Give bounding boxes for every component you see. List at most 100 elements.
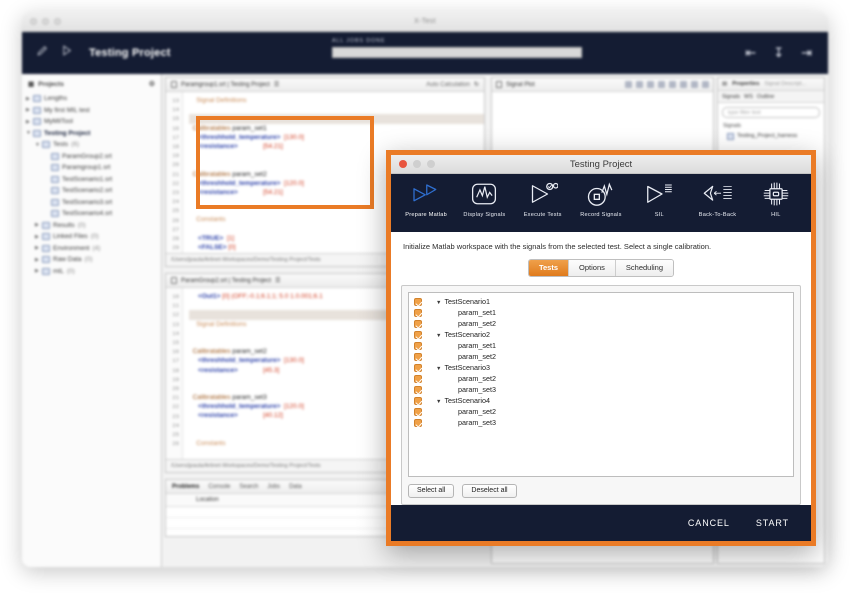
cancel-button[interactable]: CANCEL	[688, 518, 730, 528]
gear-icon[interactable]: ⚙	[149, 80, 155, 88]
auto-calculation-toggle[interactable]: Auto Calculation	[426, 82, 470, 88]
checkbox[interactable]	[414, 385, 422, 394]
checkbox[interactable]	[414, 330, 422, 339]
dialog-ribbon[interactable]: Prepare Matlab Display Signals Execute Tes…	[391, 174, 811, 232]
pencil-icon[interactable]	[36, 44, 49, 62]
tree-node-paramset[interactable]: param_set2	[409, 373, 793, 384]
sidebar-item-testscenario4-srt[interactable]: TestScenario4.srt	[22, 208, 161, 220]
editor2-tab-label[interactable]: ParamGroup2.srt | Testing Project	[181, 278, 271, 284]
chevron-right-icon[interactable]: ▶	[26, 119, 33, 125]
tab-search[interactable]: Search	[239, 484, 258, 490]
ribbon-item-display-signals[interactable]: Display Signals	[455, 178, 513, 232]
editor2-tab-menu-icon[interactable]: ☰	[275, 277, 280, 284]
sidebar-item-testscenario1-srt[interactable]: TestScenario1.srt	[22, 174, 161, 186]
sidebar-item-raw-data[interactable]: ▶ Raw Data (0)	[22, 254, 161, 266]
checkbox[interactable]	[414, 418, 422, 427]
checkbox[interactable]	[414, 396, 422, 405]
sidebar-item-results[interactable]: ▶ Results (0)	[22, 220, 161, 232]
select-all-button[interactable]: Select all	[408, 484, 455, 498]
checkbox[interactable]	[414, 374, 422, 383]
tree-node-scenario[interactable]: ▼ TestScenario1	[409, 296, 793, 307]
list-item[interactable]: Testing_Project_harness	[718, 131, 824, 141]
tree-node-paramset[interactable]: param_set2	[409, 351, 793, 362]
chevron-down-icon[interactable]: ▼	[35, 142, 42, 148]
signal-description-tab[interactable]: Signal Descript...	[764, 81, 806, 87]
chevron-down-icon[interactable]: ▼	[436, 399, 441, 405]
chevron-right-icon[interactable]: ▶	[35, 257, 42, 263]
editor1-tab-label[interactable]: Paramgroup1.srt | Testing Project	[181, 82, 270, 88]
ribbon-item-record-signals[interactable]: Record Signals	[572, 178, 630, 232]
editor1-tab-menu-icon[interactable]: ☰	[274, 81, 279, 88]
sidebar-item-environment[interactable]: ▶ Environment (4)	[22, 243, 161, 255]
plot-tool-icon[interactable]	[669, 81, 676, 88]
play-icon[interactable]	[60, 44, 73, 62]
sidebar-item-testscenario3-srt[interactable]: TestScenario3.srt	[22, 197, 161, 209]
checkbox[interactable]	[414, 352, 422, 361]
sidebar-item-tests[interactable]: ▼ Tests (6)	[22, 139, 161, 151]
start-button[interactable]: START	[756, 518, 789, 528]
tab-problems[interactable]: Problems	[172, 484, 199, 490]
tree-node-paramset[interactable]: param_set1	[409, 340, 793, 351]
panel-bottom-icon[interactable]: ↧	[773, 45, 784, 61]
ribbon-item-hil[interactable]: HIL	[747, 178, 805, 232]
tree-node-paramset[interactable]: param_set2	[409, 406, 793, 417]
ribbon-item-sil[interactable]: SIL	[630, 178, 688, 232]
tree-node-paramset[interactable]: param_set3	[409, 384, 793, 395]
chevron-right-icon[interactable]: ▶	[35, 234, 42, 240]
sidebar-item-testing-project[interactable]: ▼ Testing Project	[22, 128, 161, 140]
ribbon-item-execute-tests[interactable]: Execute Tests	[514, 178, 572, 232]
tab-console[interactable]: Console	[208, 484, 230, 490]
checkbox[interactable]	[414, 341, 422, 350]
checkbox[interactable]	[414, 297, 422, 306]
dialog-tabs[interactable]: Tests Options Scheduling	[527, 259, 675, 277]
plot-tool-icon[interactable]	[625, 81, 632, 88]
sidebar-item-mymiltool[interactable]: ▶ MyMilTool	[22, 116, 161, 128]
plot-tool-icon[interactable]	[647, 81, 654, 88]
sidebar-item-paramgroup1-srt[interactable]: Paramgroup1.srt	[22, 162, 161, 174]
signal-plot-toolbar[interactable]: Signal Plot	[492, 78, 713, 92]
sidebar-item-mtl[interactable]: ▶ mtL (0)	[22, 266, 161, 278]
ribbon-item-back-to-back[interactable]: Back-To-Back	[688, 178, 746, 232]
tree-node-paramset[interactable]: param_set3	[409, 417, 793, 428]
tab-jobs[interactable]: Jobs	[267, 484, 280, 490]
plot-tool-icon[interactable]	[702, 81, 709, 88]
tree-node-scenario[interactable]: ▼ TestScenario2	[409, 329, 793, 340]
ribbon-item-prepare-matlab[interactable]: Prepare Matlab	[397, 178, 455, 232]
chevron-down-icon[interactable]: ▼	[436, 333, 441, 339]
plot-tool-icon[interactable]	[636, 81, 643, 88]
chevron-right-icon[interactable]: ▶	[26, 96, 33, 102]
checkbox[interactable]	[414, 319, 422, 328]
checkbox[interactable]	[414, 363, 422, 372]
chevron-down-icon[interactable]: ▼	[436, 300, 441, 306]
tab-data[interactable]: Data	[289, 484, 302, 490]
tab-outline[interactable]: Outline	[757, 94, 774, 100]
editor1-tabbar[interactable]: Paramgroup1.srt | Testing Project ☰ Auto…	[166, 78, 484, 92]
sidebar-item-paramgroup2-srt[interactable]: ParamGroup2.srt	[22, 151, 161, 163]
chevron-right-icon[interactable]: ▶	[35, 268, 42, 274]
chevron-down-icon[interactable]: ▼	[436, 366, 441, 372]
deselect-all-button[interactable]: Deselect all	[462, 484, 517, 498]
filter-input[interactable]: type filter text	[722, 107, 820, 118]
plot-tool-icon[interactable]	[680, 81, 687, 88]
sidebar-item-my-first-mil-test[interactable]: ▶ My first MIL test	[22, 105, 161, 117]
chevron-right-icon[interactable]: ▶	[35, 245, 42, 251]
tree-node-scenario[interactable]: ▼ TestScenario3	[409, 362, 793, 373]
properties-tabs[interactable]: Signals WS Outline	[718, 91, 824, 103]
checkbox[interactable]	[414, 407, 422, 416]
sidebar-item-linked-files[interactable]: ▶ Linked Files (0)	[22, 231, 161, 243]
project-tree[interactable]: ▶ Lengths ▶ My first MIL test ▶ MyMilTool ▼ Tes…	[22, 93, 161, 277]
chevron-right-icon[interactable]: ▶	[26, 107, 33, 113]
plot-tool-icon[interactable]	[658, 81, 665, 88]
properties-title[interactable]: Properties	[732, 81, 759, 87]
plot-tool-icon[interactable]	[691, 81, 698, 88]
tree-node-paramset[interactable]: param_set2	[409, 318, 793, 329]
sidebar-item-lengths[interactable]: ▶ Lengths	[22, 93, 161, 105]
tab-signals[interactable]: Signals	[722, 94, 740, 100]
tree-node-paramset[interactable]: param_set1	[409, 307, 793, 318]
checkbox[interactable]	[414, 308, 422, 317]
tab-tests[interactable]: Tests	[528, 260, 570, 276]
properties-header[interactable]: ▤ Properties Signal Descript...	[718, 78, 824, 91]
sidebar-item-testscenario2-srt[interactable]: TestScenario2.srt	[22, 185, 161, 197]
chevron-down-icon[interactable]: ▼	[26, 130, 33, 136]
panel-right-icon[interactable]: ⇥	[801, 45, 812, 61]
